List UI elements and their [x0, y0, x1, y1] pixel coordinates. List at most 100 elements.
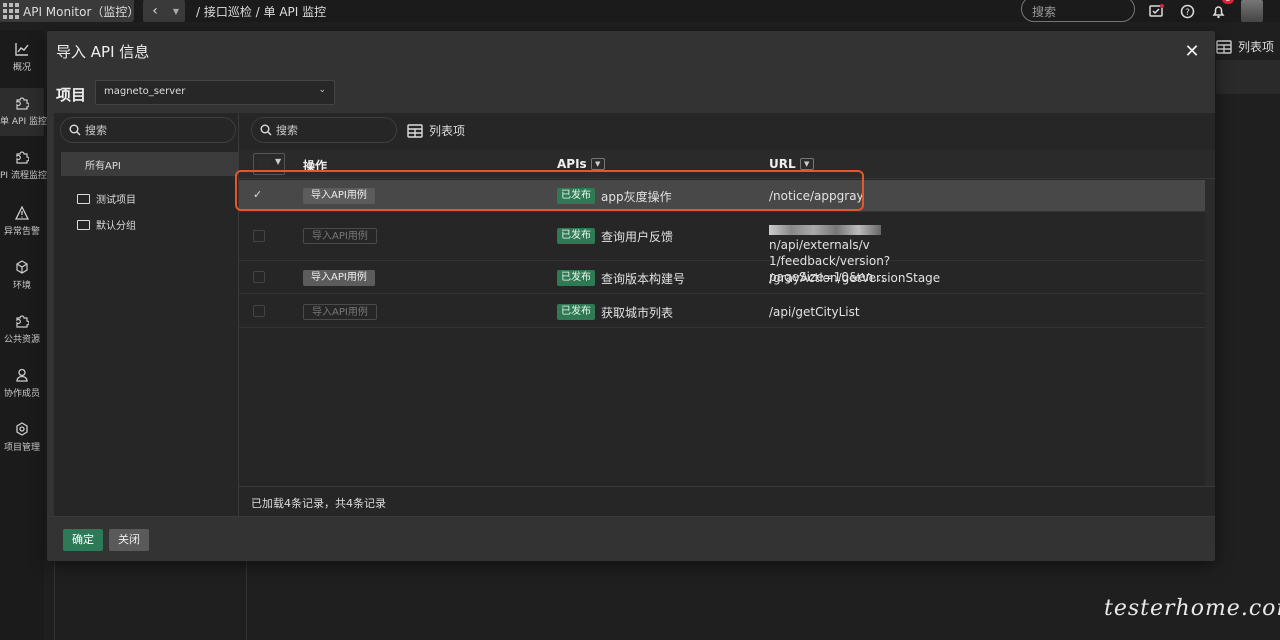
- search-placeholder: 搜索: [85, 124, 107, 137]
- table-row[interactable]: 导入API用例 已发布 查询用户反馈 n/api/externals/v 1/fe…: [239, 213, 1205, 284]
- api-url-line1: n/api/externals/v: [769, 238, 870, 252]
- project-label: 项目: [56, 86, 87, 104]
- check-icon[interactable]: ✓: [253, 189, 265, 201]
- project-select[interactable]: magneto_server ⌄: [95, 80, 335, 105]
- puzzle-icon: [0, 314, 44, 332]
- left-nav: 概况 单 API 监控 PI 流程监控 异常告警 环境 公共资源 协作成员 项目…: [0, 30, 47, 640]
- warning-icon: [0, 205, 44, 224]
- gear-icon: [0, 422, 44, 440]
- nav-label: 异常告警: [3, 227, 40, 237]
- api-table-panel: 搜索 列表项 ▼ 操作 APIs ▼ URL ▼ ✓ 导入API用例 已发布 app…: [238, 113, 1215, 516]
- table-footer: 已加载4条记录，共4条记录: [239, 486, 1215, 516]
- puzzle-icon: [0, 150, 44, 168]
- history-nav[interactable]: ‹ ▼: [143, 0, 185, 22]
- background-toolbar: [1216, 60, 1280, 94]
- close-button[interactable]: 关闭: [109, 529, 149, 551]
- api-url: /grayAction/getVersionStage: [769, 271, 941, 285]
- nav-item-alerts[interactable]: 异常告警: [0, 205, 44, 242]
- tree-item-all-apis[interactable]: 所有API: [61, 152, 238, 176]
- select-all-checkbox[interactable]: ▼: [253, 153, 285, 175]
- caret-down-icon[interactable]: ▼: [799, 158, 814, 170]
- nav-item-overview[interactable]: 概况: [0, 42, 44, 78]
- columns-button[interactable]: 列表项: [407, 122, 465, 139]
- nav-item-flow-monitor[interactable]: PI 流程监控: [0, 150, 47, 186]
- columns-button-label: 列表项: [429, 124, 466, 138]
- redacted-text: [769, 224, 881, 235]
- nav-label: 协作成员: [3, 389, 40, 399]
- import-api-case-button[interactable]: 导入API用例: [303, 188, 375, 204]
- global-search-input[interactable]: 搜索: [1021, 0, 1135, 22]
- nav-label: 项目管理: [3, 443, 40, 453]
- caret-down-icon[interactable]: ▼: [590, 158, 605, 170]
- tree-folder-item[interactable]: 测试项目: [77, 191, 136, 206]
- search-icon: [69, 124, 81, 136]
- bell-icon[interactable]: [1209, 2, 1227, 20]
- table-icon: [1216, 39, 1232, 54]
- app-switcher-button[interactable]: API Monitor（监控）: [0, 0, 140, 22]
- close-icon[interactable]: ✕: [1183, 41, 1201, 62]
- nav-item-shared-resources[interactable]: 公共资源: [0, 314, 44, 350]
- nav-label: 环境: [12, 281, 31, 291]
- api-name: 查询用户反馈: [601, 230, 674, 244]
- chevron-down-icon[interactable]: ▼: [275, 157, 281, 166]
- scrollbar[interactable]: [1205, 179, 1215, 486]
- search-placeholder: 搜索: [276, 124, 298, 137]
- table-row[interactable]: ✓ 导入API用例 已发布 app灰度操作 /notice/appgray: [239, 180, 1205, 212]
- divider: [54, 560, 55, 640]
- puzzle-icon: [0, 96, 44, 114]
- status-badge: 已发布: [557, 304, 595, 320]
- header-label: APIs: [557, 157, 587, 171]
- columns-button-label: 列表项: [1238, 40, 1275, 54]
- nav-label: 概况: [12, 63, 31, 73]
- nav-item-project-settings[interactable]: 项目管理: [0, 422, 44, 458]
- watermark: testerhome.com: [1104, 596, 1280, 621]
- nav-label: 单 API 监控: [0, 117, 47, 127]
- tree-folder-item[interactable]: 默认分组: [77, 217, 136, 232]
- status-badge: 已发布: [557, 188, 595, 204]
- column-header-url[interactable]: URL ▼: [769, 157, 814, 171]
- task-icon[interactable]: [1147, 2, 1165, 20]
- api-name: app灰度操作: [601, 190, 672, 204]
- folder-label: 默认分组: [96, 221, 136, 232]
- nav-label: PI 流程监控: [0, 171, 47, 181]
- avatar[interactable]: [1241, 0, 1263, 22]
- nav-label: 公共资源: [3, 335, 40, 345]
- status-badge: 已发布: [557, 228, 595, 244]
- column-header-op: 操作: [303, 157, 327, 174]
- import-api-case-button[interactable]: 导入API用例: [303, 270, 375, 286]
- import-api-case-button[interactable]: 导入API用例: [303, 228, 377, 244]
- folder-label: 测试项目: [96, 195, 136, 206]
- chevron-left-icon[interactable]: ‹: [143, 3, 167, 19]
- tree-search-input[interactable]: 搜索: [60, 117, 236, 143]
- nav-item-single-api[interactable]: 单 API 监控: [0, 88, 47, 136]
- divider: [246, 560, 247, 640]
- api-url: /notice/appgray: [769, 189, 864, 203]
- checkbox[interactable]: [258, 158, 270, 170]
- nav-item-members[interactable]: 协作成员: [0, 368, 44, 404]
- table-row[interactable]: 导入API用例 已发布 获取城市列表 /api/getCityList: [239, 295, 1205, 328]
- chevron-down-icon[interactable]: ▼: [167, 7, 185, 16]
- table-icon: [407, 123, 423, 138]
- app-title: API Monitor（监控）: [23, 4, 140, 19]
- svg-text:?: ?: [1185, 8, 1190, 18]
- columns-button-background[interactable]: 列表项: [1216, 38, 1274, 55]
- checkbox[interactable]: [253, 271, 265, 283]
- api-url: /api/getCityList: [769, 305, 860, 319]
- apps-grid-icon: [3, 3, 19, 19]
- api-name: 获取城市列表: [601, 306, 674, 320]
- project-select-value: magneto_server: [104, 86, 186, 97]
- header-label: URL: [769, 157, 796, 171]
- cube-icon: [0, 260, 44, 278]
- checkbox[interactable]: [253, 230, 265, 242]
- confirm-button[interactable]: 确定: [63, 529, 103, 551]
- import-api-case-button[interactable]: 导入API用例: [303, 304, 377, 320]
- table-search-input[interactable]: 搜索: [251, 117, 397, 143]
- table-row[interactable]: 导入API用例 已发布 查询版本构建号 /grayAction/getVersi…: [239, 261, 1205, 294]
- import-api-dialog: 导入 API 信息 ✕ 项目 magneto_server ⌄ 搜索 所有API…: [47, 31, 1215, 561]
- nav-item-environment[interactable]: 环境: [0, 260, 44, 296]
- search-icon: [260, 124, 272, 136]
- column-header-apis[interactable]: APIs ▼: [557, 157, 605, 171]
- help-icon[interactable]: ?: [1178, 2, 1196, 20]
- top-bar: API Monitor（监控） ‹ ▼ / 接口巡检 / 单 API 监控 搜索…: [0, 0, 1280, 22]
- checkbox[interactable]: [253, 305, 265, 317]
